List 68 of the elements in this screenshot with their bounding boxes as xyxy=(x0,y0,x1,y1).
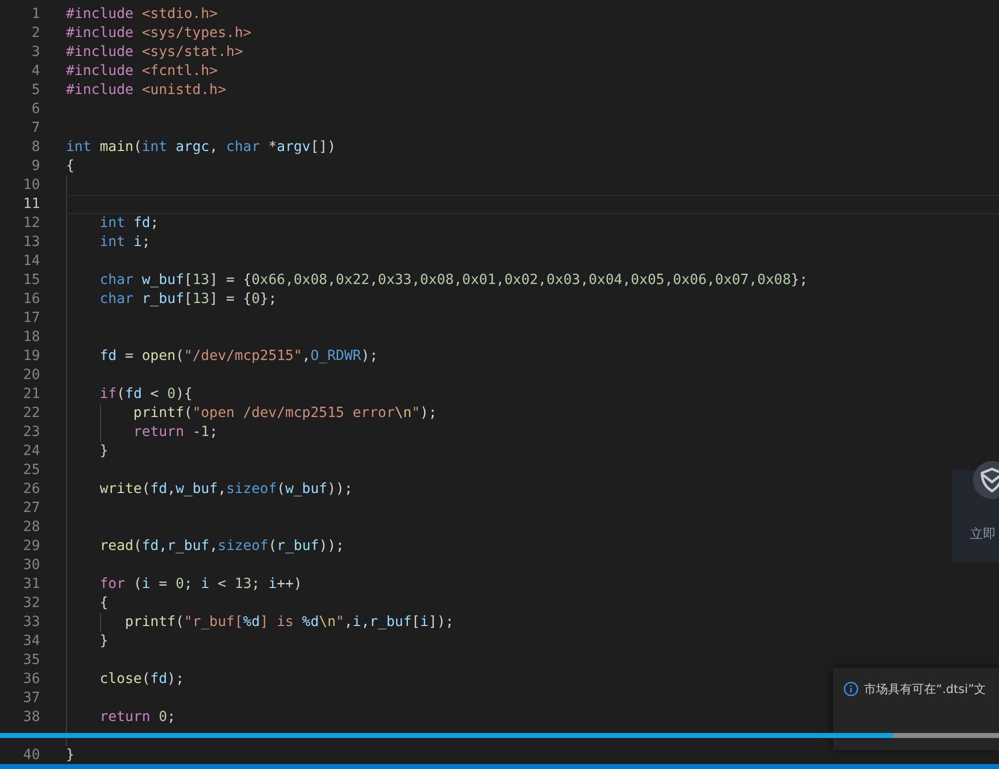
info-icon xyxy=(843,681,859,697)
line-number: 20 xyxy=(22,366,41,385)
line-number: 16 xyxy=(22,290,41,309)
code-line: #include <unistd.h> xyxy=(66,82,226,98)
line-number: 11 xyxy=(22,195,41,214)
line-number: 18 xyxy=(22,328,41,347)
code-line: } xyxy=(98,443,108,459)
code-line: int i; xyxy=(98,234,150,250)
floating-widget[interactable]: 立即 xyxy=(952,460,999,562)
line-number: 32 xyxy=(22,594,41,613)
notification-message: 市场具有可在“.dtsi”文 xyxy=(864,681,986,697)
line-number: 15 xyxy=(22,271,41,290)
line-number: 1 xyxy=(30,5,41,24)
code-line: read(fd,r_buf,sizeof(r_buf)); xyxy=(98,538,344,554)
line-number: 12 xyxy=(22,214,41,233)
code-line: { xyxy=(66,158,74,174)
widget-label: 立即 xyxy=(970,526,996,543)
line-number: 33 xyxy=(22,613,41,632)
line-number: 28 xyxy=(22,518,41,537)
code-line: #include <sys/stat.h> xyxy=(66,44,244,60)
line-number: 22 xyxy=(22,404,41,423)
code-line: if(fd < 0){ xyxy=(98,386,192,402)
code-line: fd = open("/dev/mcp2515",O_RDWR); xyxy=(98,348,378,364)
line-number: 26 xyxy=(22,480,41,499)
line-number: 6 xyxy=(30,100,41,119)
code-line: printf("r_buf[%d] is %d\n",i,r_buf[i]); xyxy=(124,614,454,630)
line-number: 23 xyxy=(22,423,41,442)
line-number: 34 xyxy=(22,632,41,651)
code-line: #include <fcntl.h> xyxy=(66,63,218,79)
code-line: return 0; xyxy=(98,709,176,725)
line-number: 21 xyxy=(22,385,41,404)
code-line: return -1; xyxy=(132,424,218,440)
line-number: 5 xyxy=(30,81,41,100)
code-line: } xyxy=(98,633,108,649)
line-number: 38 xyxy=(22,708,41,727)
line-number: 19 xyxy=(22,347,41,366)
line-number: 7 xyxy=(30,119,41,138)
line-number: 40 xyxy=(22,746,41,764)
line-number: 9 xyxy=(30,157,41,176)
line-number: 30 xyxy=(22,556,41,575)
code-line: { xyxy=(98,595,108,611)
line-number: 27 xyxy=(22,499,41,518)
line-number: 37 xyxy=(22,689,41,708)
code-line: char w_buf[13] = {0x66,0x08,0x22,0x33,0x08,0x01,0x02,0x03,0x04,0x05,0x06,0x07,0x08}; xyxy=(98,272,808,288)
code-line: write(fd,w_buf,sizeof(w_buf)); xyxy=(98,481,353,497)
code-line: int main(int argc, char *argv[]) xyxy=(66,139,336,155)
line-number: 17 xyxy=(22,309,41,328)
line-number: 2 xyxy=(30,24,41,43)
line-number: 4 xyxy=(30,62,41,81)
line-number: 13 xyxy=(22,233,41,252)
code-line: printf("open /dev/mcp2515 error\n"); xyxy=(132,405,437,421)
line-number: 14 xyxy=(22,252,41,271)
line-number: 3 xyxy=(30,43,41,62)
code-line: int fd; xyxy=(98,215,159,231)
code-line: } xyxy=(66,747,74,763)
line-number: 31 xyxy=(22,575,41,594)
code-line: for (i = 0; i < 13; i++) xyxy=(98,576,302,592)
code-line: close(fd); xyxy=(98,671,184,687)
line-number: 36 xyxy=(22,670,41,689)
line-number: 10 xyxy=(22,176,41,195)
code-line: #include <stdio.h> xyxy=(66,6,218,22)
line-number: 8 xyxy=(30,138,41,157)
code-line: #include <sys/types.h> xyxy=(66,25,252,41)
code-line: char r_buf[13] = {0}; xyxy=(98,291,277,307)
line-number: 24 xyxy=(22,442,41,461)
line-number: 35 xyxy=(22,651,41,670)
line-number: 29 xyxy=(22,537,41,556)
line-number: 25 xyxy=(22,461,41,480)
